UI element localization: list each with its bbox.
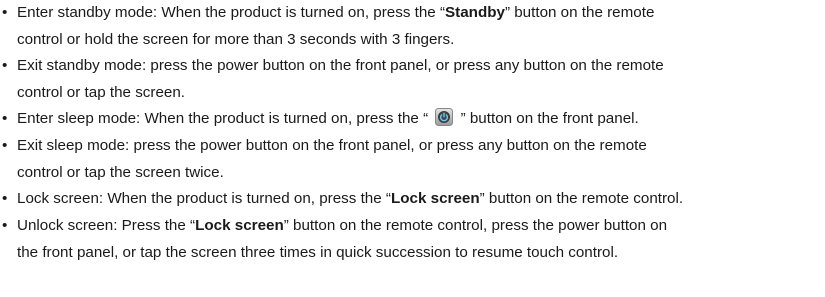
item-text: ” button on the remote control. xyxy=(479,190,684,207)
bullet: • xyxy=(2,4,8,21)
list-item-enter-sleep: • Enter sleep mode: When the product is t… xyxy=(0,106,820,133)
list-item-enter-standby: • Enter standby mode: When the product is… xyxy=(0,0,820,53)
bullet: • xyxy=(2,57,8,74)
bullet: • xyxy=(2,137,8,154)
item-text-continued: control or tap the screen twice. xyxy=(17,163,224,181)
item-text: Lock screen: When the product is turned … xyxy=(17,190,391,207)
item-text: Enter sleep mode: When the product is tu… xyxy=(17,110,433,127)
lock-screen-button-label: Lock screen xyxy=(195,217,284,234)
item-text: ” button on the front panel. xyxy=(456,110,639,127)
item-text-continued: control or hold the screen for more than… xyxy=(17,30,455,48)
bullet: • xyxy=(2,110,8,127)
item-text: ” button on the remote xyxy=(504,4,655,21)
item-text: Exit sleep mode: press the power button … xyxy=(17,137,647,154)
item-text: ” button on the remote control, press th… xyxy=(283,217,668,234)
standby-button-label: Standby xyxy=(445,4,505,21)
list-item-lock-screen: • Lock screen: When the product is turned… xyxy=(0,186,820,213)
item-text-continued: control or tap the screen. xyxy=(17,83,185,101)
item-text-continued: the front panel, or tap the screen three… xyxy=(17,243,619,261)
list-item-exit-standby: • Exit standby mode: press the power butt… xyxy=(0,53,820,106)
power-button-icon xyxy=(435,108,454,127)
list-item-unlock-screen: • Unlock screen: Press the “Lock screen” … xyxy=(0,213,820,266)
bullet: • xyxy=(2,217,8,234)
list-item-exit-sleep: • Exit sleep mode: press the power button… xyxy=(0,133,820,186)
item-text: Enter standby mode: When the product is … xyxy=(17,4,446,21)
item-text: Unlock screen: Press the “ xyxy=(17,217,196,234)
item-text: Exit standby mode: press the power butto… xyxy=(17,57,664,74)
lock-screen-button-label: Lock screen xyxy=(390,190,480,207)
bullet: • xyxy=(2,190,8,207)
